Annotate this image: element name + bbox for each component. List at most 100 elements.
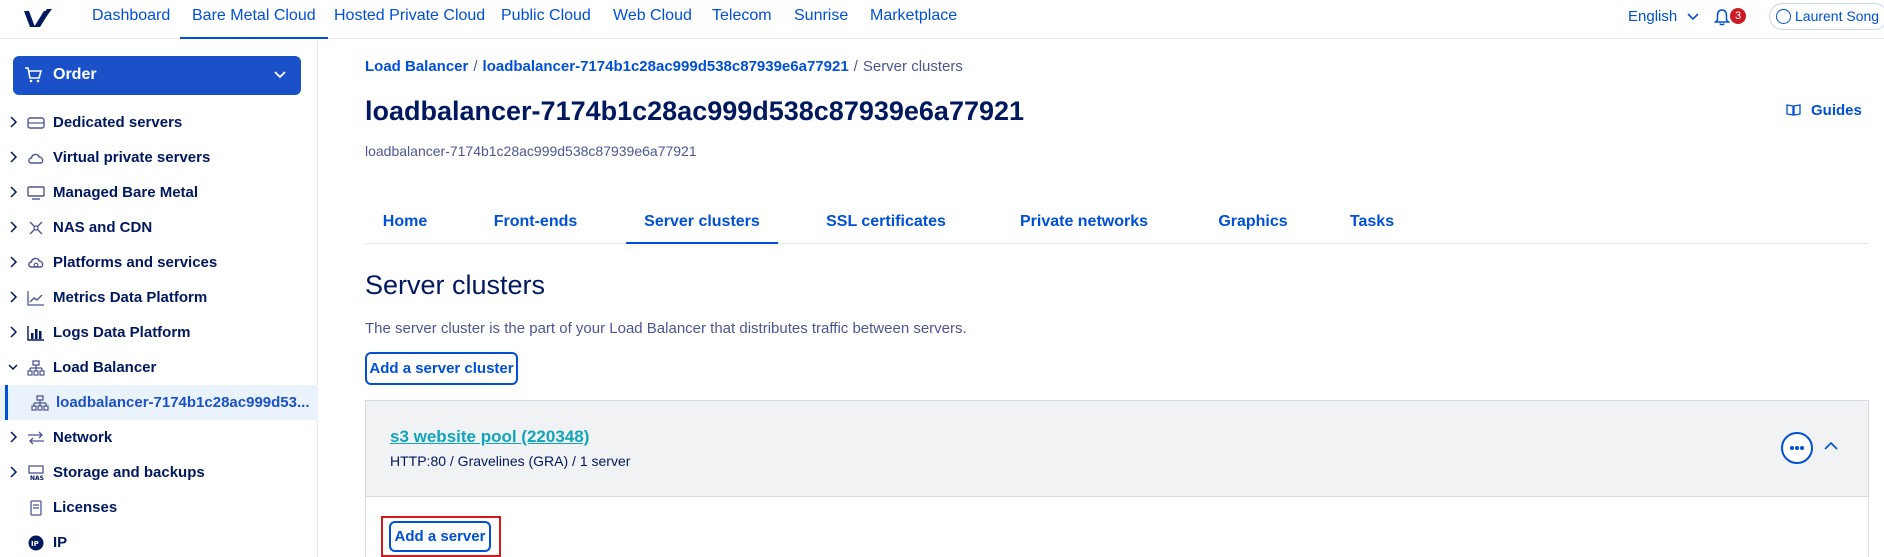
language-label: English <box>1628 8 1678 25</box>
sidebar-item-label: Licenses <box>53 499 118 516</box>
monitor-icon <box>27 186 45 200</box>
bar-chart-icon <box>27 326 44 341</box>
cloud-gear-icon <box>28 257 44 268</box>
sidebar-item-loadbalancer-instance[interactable]: loadbalancer-7174b1c28ac999d53... <box>0 385 318 420</box>
cart-icon <box>25 67 42 83</box>
chevron-right-icon <box>10 256 18 268</box>
sidebar-item-logs-data-platform[interactable]: Logs Data Platform <box>0 315 318 350</box>
nav-bare-metal-cloud[interactable]: Bare Metal Cloud <box>180 0 328 39</box>
server-cluster-card: s3 website pool (220348) HTTP:80 / Grave… <box>365 400 1869 557</box>
sidebar-item-managed-bare-metal[interactable]: Managed Bare Metal <box>0 175 318 210</box>
sidebar-item-platforms-and-services[interactable]: Platforms and services <box>0 245 318 280</box>
sidebar-item-nas-and-cdn[interactable]: NAS and CDN <box>0 210 318 245</box>
sidebar-item-label: Dedicated servers <box>53 114 183 131</box>
chevron-right-icon <box>10 151 18 163</box>
cluster-card-header[interactable]: s3 website pool (220348) HTTP:80 / Grave… <box>366 401 1868 497</box>
sidebar-item-label: loadbalancer-7174b1c28ac999d53... <box>56 394 310 411</box>
chevron-right-icon <box>10 291 18 303</box>
ellipsis-icon <box>1795 446 1799 450</box>
document-icon <box>30 500 42 516</box>
cluster-details: HTTP:80 / Gravelines (GRA) / 1 server <box>390 453 631 469</box>
chevron-down-icon <box>8 364 18 371</box>
chevron-right-icon <box>10 466 18 478</box>
chevron-right-icon <box>10 221 18 233</box>
sidebar-item-label: Virtual private servers <box>53 149 211 166</box>
svg-text:NAS: NAS <box>30 475 44 481</box>
tab-home[interactable]: Home <box>365 207 445 244</box>
nav-sunrise[interactable]: Sunrise <box>782 0 860 39</box>
load-balancer-icon <box>31 395 49 411</box>
sidebar-item-ip[interactable]: IP IP <box>0 525 318 557</box>
nav-web-cloud[interactable]: Web Cloud <box>601 0 704 39</box>
cluster-name-link[interactable]: s3 website pool (220348) <box>390 427 589 447</box>
ip-icon: IP <box>28 535 44 551</box>
add-server-cluster-button[interactable]: Add a server cluster <box>365 352 518 385</box>
sidebar-item-storage-and-backups[interactable]: NAS Storage and backups <box>0 455 318 490</box>
sidebar-item-label: Platforms and services <box>53 254 218 271</box>
nav-dashboard[interactable]: Dashboard <box>80 0 182 39</box>
order-button[interactable]: Order <box>13 56 301 95</box>
chevron-right-icon <box>10 186 18 198</box>
breadcrumb-loadbalancer-instance[interactable]: loadbalancer-7174b1c28ac999d538c87939e6a… <box>483 58 849 75</box>
order-label: Order <box>53 66 97 83</box>
tab-private-networks[interactable]: Private networks <box>994 207 1174 244</box>
sidebar-item-label: Storage and backups <box>53 464 205 481</box>
line-chart-icon <box>27 291 44 306</box>
highlight-box <box>381 516 501 557</box>
breadcrumb-load-balancer[interactable]: Load Balancer <box>365 58 468 75</box>
book-icon <box>1786 104 1801 116</box>
chevron-up-icon[interactable] <box>1824 441 1838 451</box>
breadcrumb-separator: / <box>853 58 858 75</box>
notification-badge: 3 <box>1730 8 1746 24</box>
tab-front-ends[interactable]: Front-ends <box>468 207 603 244</box>
breadcrumb-current: Server clusters <box>862 58 963 75</box>
sidebar-item-label: Metrics Data Platform <box>53 289 208 306</box>
page-title: loadbalancer-7174b1c28ac999d538c87939e6a… <box>365 96 1025 126</box>
sidebar-item-label: Managed Bare Metal <box>53 184 199 201</box>
network-icon <box>28 431 44 445</box>
breadcrumb: Load Balancer / loadbalancer-7174b1c28ac99… <box>365 58 963 75</box>
section-description: The server cluster is the part of your L… <box>365 320 967 337</box>
nav-hosted-private-cloud[interactable]: Hosted Private Cloud <box>322 0 497 39</box>
guides-label: Guides <box>1811 102 1862 119</box>
chevron-right-icon <box>10 116 18 128</box>
guides-link[interactable]: Guides <box>1786 102 1862 119</box>
server-icon <box>27 117 45 129</box>
nav-marketplace[interactable]: Marketplace <box>858 0 969 39</box>
user-name: Laurent Song <box>1795 8 1880 24</box>
section-title: Server clusters <box>365 270 546 300</box>
bell-icon[interactable] <box>1714 8 1730 26</box>
breadcrumb-separator: / <box>473 58 478 75</box>
tab-tasks[interactable]: Tasks <box>1332 207 1412 244</box>
nav-telecom[interactable]: Telecom <box>700 0 784 39</box>
cloud-icon <box>28 153 44 164</box>
tab-bar: Home Front-ends Server clusters SSL cert… <box>365 207 1869 244</box>
selected-indicator <box>5 385 8 420</box>
chevron-down-icon <box>274 71 286 79</box>
sidebar: Order Dedicated servers Virtual private … <box>0 39 318 557</box>
sidebar-item-dedicated-servers[interactable]: Dedicated servers <box>0 105 318 140</box>
language-selector[interactable]: English <box>1628 8 1699 25</box>
sidebar-item-label: Logs Data Platform <box>53 324 191 341</box>
ellipsis-icon <box>1800 446 1804 450</box>
chevron-down-icon <box>1687 13 1699 21</box>
tab-graphics[interactable]: Graphics <box>1197 207 1309 244</box>
tab-server-clusters[interactable]: Server clusters <box>626 207 778 244</box>
sidebar-item-load-balancer[interactable]: Load Balancer <box>0 350 318 385</box>
load-balancer-icon <box>27 360 45 376</box>
ovhcloud-logo-icon[interactable] <box>22 5 55 33</box>
chevron-right-icon <box>10 431 18 443</box>
chevron-right-icon <box>10 326 18 338</box>
sidebar-item-metrics-data-platform[interactable]: Metrics Data Platform <box>0 280 318 315</box>
sidebar-item-licenses[interactable]: Licenses <box>0 490 318 525</box>
network-arrows-icon <box>29 221 43 235</box>
sidebar-item-network[interactable]: Network <box>0 420 318 455</box>
user-menu-button[interactable]: Laurent Song <box>1769 3 1884 30</box>
sidebar-item-virtual-private-servers[interactable]: Virtual private servers <box>0 140 318 175</box>
tab-ssl-certificates[interactable]: SSL certificates <box>801 207 971 244</box>
sidebar-item-label: Load Balancer <box>53 359 157 376</box>
page-subtitle: loadbalancer-7174b1c28ac999d538c87939e6a… <box>365 143 697 159</box>
user-icon <box>1776 9 1791 24</box>
nav-public-cloud[interactable]: Public Cloud <box>489 0 603 39</box>
more-actions-button[interactable] <box>1781 432 1813 464</box>
